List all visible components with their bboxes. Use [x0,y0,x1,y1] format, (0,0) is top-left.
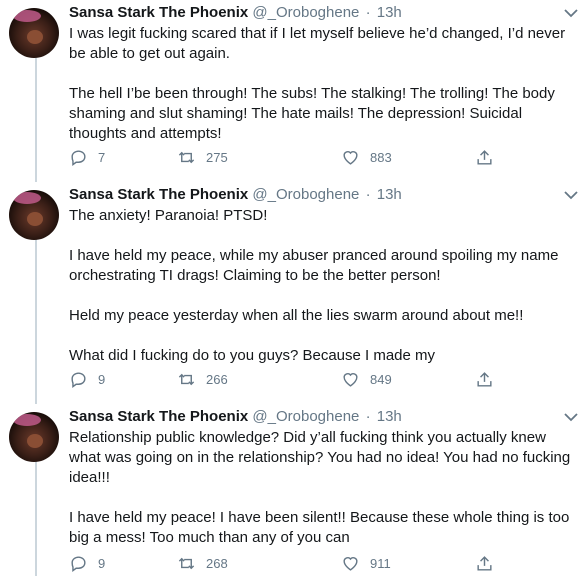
avatar[interactable] [9,8,59,58]
tweet-paragraph: I have held my peace, while my abuser pr… [69,247,559,284]
retweet-icon [178,151,195,163]
tweet-actions: 7 275 883 [69,147,509,167]
tweet-header: Sansa Stark The Phoenix @_Oroboghene · 1… [69,2,402,24]
reply-icon [71,371,86,388]
retweet-button[interactable]: 266 [177,369,228,389]
separator-dot: · [365,408,371,425]
timestamp[interactable]: 13h [377,4,402,21]
tweet-text: The anxiety! Paranoia! PTSD! I have held… [69,206,579,366]
retweet-count: 266 [206,371,228,387]
tweet-actions: 9 266 849 [69,369,509,389]
retweet-count: 268 [206,555,228,571]
tweet-paragraph: I was legit fucking scared that if I let… [69,25,566,62]
timestamp[interactable]: 13h [377,408,402,425]
tweet-paragraph: The hell I’be been through! The subs! Th… [69,85,555,142]
tweet-paragraph: The anxiety! Paranoia! PTSD! [69,207,268,224]
user-handle[interactable]: @_Oroboghene [252,408,359,425]
user-handle[interactable]: @_Oroboghene [252,4,359,21]
share-button[interactable] [475,553,494,573]
retweet-button[interactable]: 275 [177,147,228,167]
reply-count: 7 [98,149,106,165]
share-icon [477,371,492,387]
like-count: 883 [370,149,392,165]
timestamp[interactable]: 13h [377,186,402,203]
reply-button[interactable]: 7 [69,147,105,167]
share-icon [477,555,492,571]
reply-icon [71,555,86,572]
retweet-count: 275 [206,149,228,165]
separator-dot: · [365,4,371,21]
tweet-actions: 9 268 911 [69,553,509,573]
tweet-paragraph: What did I fucking do to you guys? Becau… [69,347,436,364]
chevron-down-icon[interactable] [562,6,580,20]
chevron-down-icon[interactable] [562,188,580,202]
separator-dot: · [365,186,371,203]
display-name[interactable]: Sansa Stark The Phoenix [69,4,248,21]
tweet-paragraph: Relationship public knowledge? Did y’all… [69,429,571,486]
share-icon [477,149,492,165]
reply-icon [71,149,86,166]
tweet[interactable]: Sansa Stark The Phoenix @_Oroboghene · 1… [0,408,588,576]
user-handle[interactable]: @_Oroboghene [252,186,359,203]
tweet-header: Sansa Stark The Phoenix @_Oroboghene · 1… [69,184,402,206]
display-name[interactable]: Sansa Stark The Phoenix [69,186,248,203]
chevron-down-icon[interactable] [562,410,580,424]
tweet-paragraph: Held my peace yesterday when all the lie… [69,307,524,324]
heart-icon [343,372,358,387]
share-button[interactable] [475,369,494,389]
avatar[interactable] [9,412,59,462]
tweet[interactable]: Sansa Stark The Phoenix @_Oroboghene · 1… [0,186,588,392]
like-count: 849 [370,371,392,387]
avatar[interactable] [9,190,59,240]
like-button[interactable]: 911 [341,553,391,573]
reply-button[interactable]: 9 [69,369,105,389]
retweet-icon [178,557,195,569]
like-count: 911 [370,555,391,571]
reply-count: 9 [98,555,106,571]
tweet-text: I was legit fucking scared that if I let… [69,24,579,144]
reply-count: 9 [98,371,106,387]
heart-icon [343,150,358,165]
share-button[interactable] [475,147,494,167]
retweet-icon [178,373,195,385]
reply-button[interactable]: 9 [69,553,105,573]
like-button[interactable]: 883 [341,147,392,167]
retweet-button[interactable]: 268 [177,553,228,573]
tweet-paragraph: I have held my peace! I have been silent… [69,509,570,546]
display-name[interactable]: Sansa Stark The Phoenix [69,408,248,425]
heart-icon [343,556,358,571]
tweet-text: Relationship public knowledge? Did y’all… [69,428,579,548]
tweet-header: Sansa Stark The Phoenix @_Oroboghene · 1… [69,406,402,428]
like-button[interactable]: 849 [341,369,392,389]
tweet[interactable]: Sansa Stark The Phoenix @_Oroboghene · 1… [0,4,588,174]
